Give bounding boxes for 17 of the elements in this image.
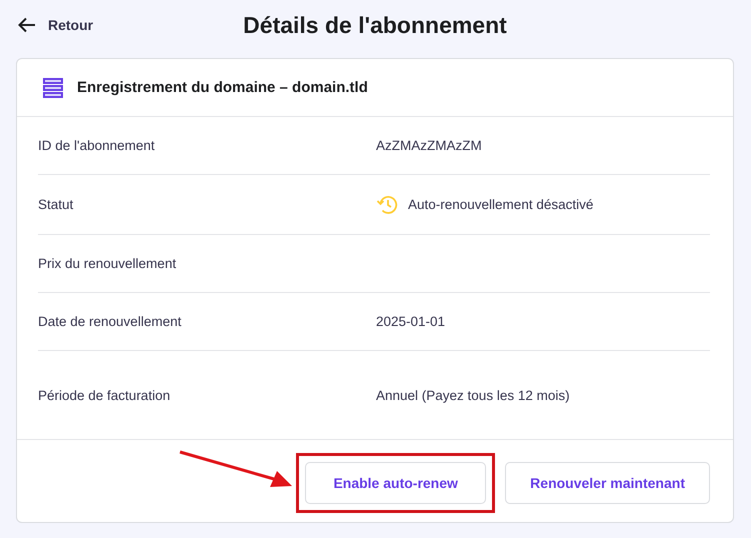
field-value: 2025-01-01 <box>376 314 446 329</box>
field-value: AzZMAzZMAzZM <box>376 138 482 153</box>
enable-auto-renew-button[interactable]: Enable auto-renew <box>305 462 486 504</box>
back-link[interactable]: Retour <box>18 17 94 33</box>
page-title: Détails de l'abonnement <box>243 12 507 38</box>
field-label: Date de renouvellement <box>38 314 182 329</box>
card-title: Enregistrement du domaine – domain.tld <box>77 79 368 96</box>
renew-now-button[interactable]: Renouveler maintenant <box>505 462 710 504</box>
field-label: Statut <box>38 197 74 212</box>
back-arrow-icon <box>18 17 36 33</box>
field-label: Période de facturation <box>38 388 172 402</box>
status-text: Auto-renouvellement désactivé <box>408 197 594 212</box>
server-icon <box>43 78 63 98</box>
field-label: ID de l'abonnement <box>38 138 156 153</box>
field-value: Annuel (Payez tous les 12 mois) <box>376 388 570 402</box>
field-label: Prix du renouvellement <box>38 256 178 271</box>
history-clock-icon <box>376 194 398 214</box>
